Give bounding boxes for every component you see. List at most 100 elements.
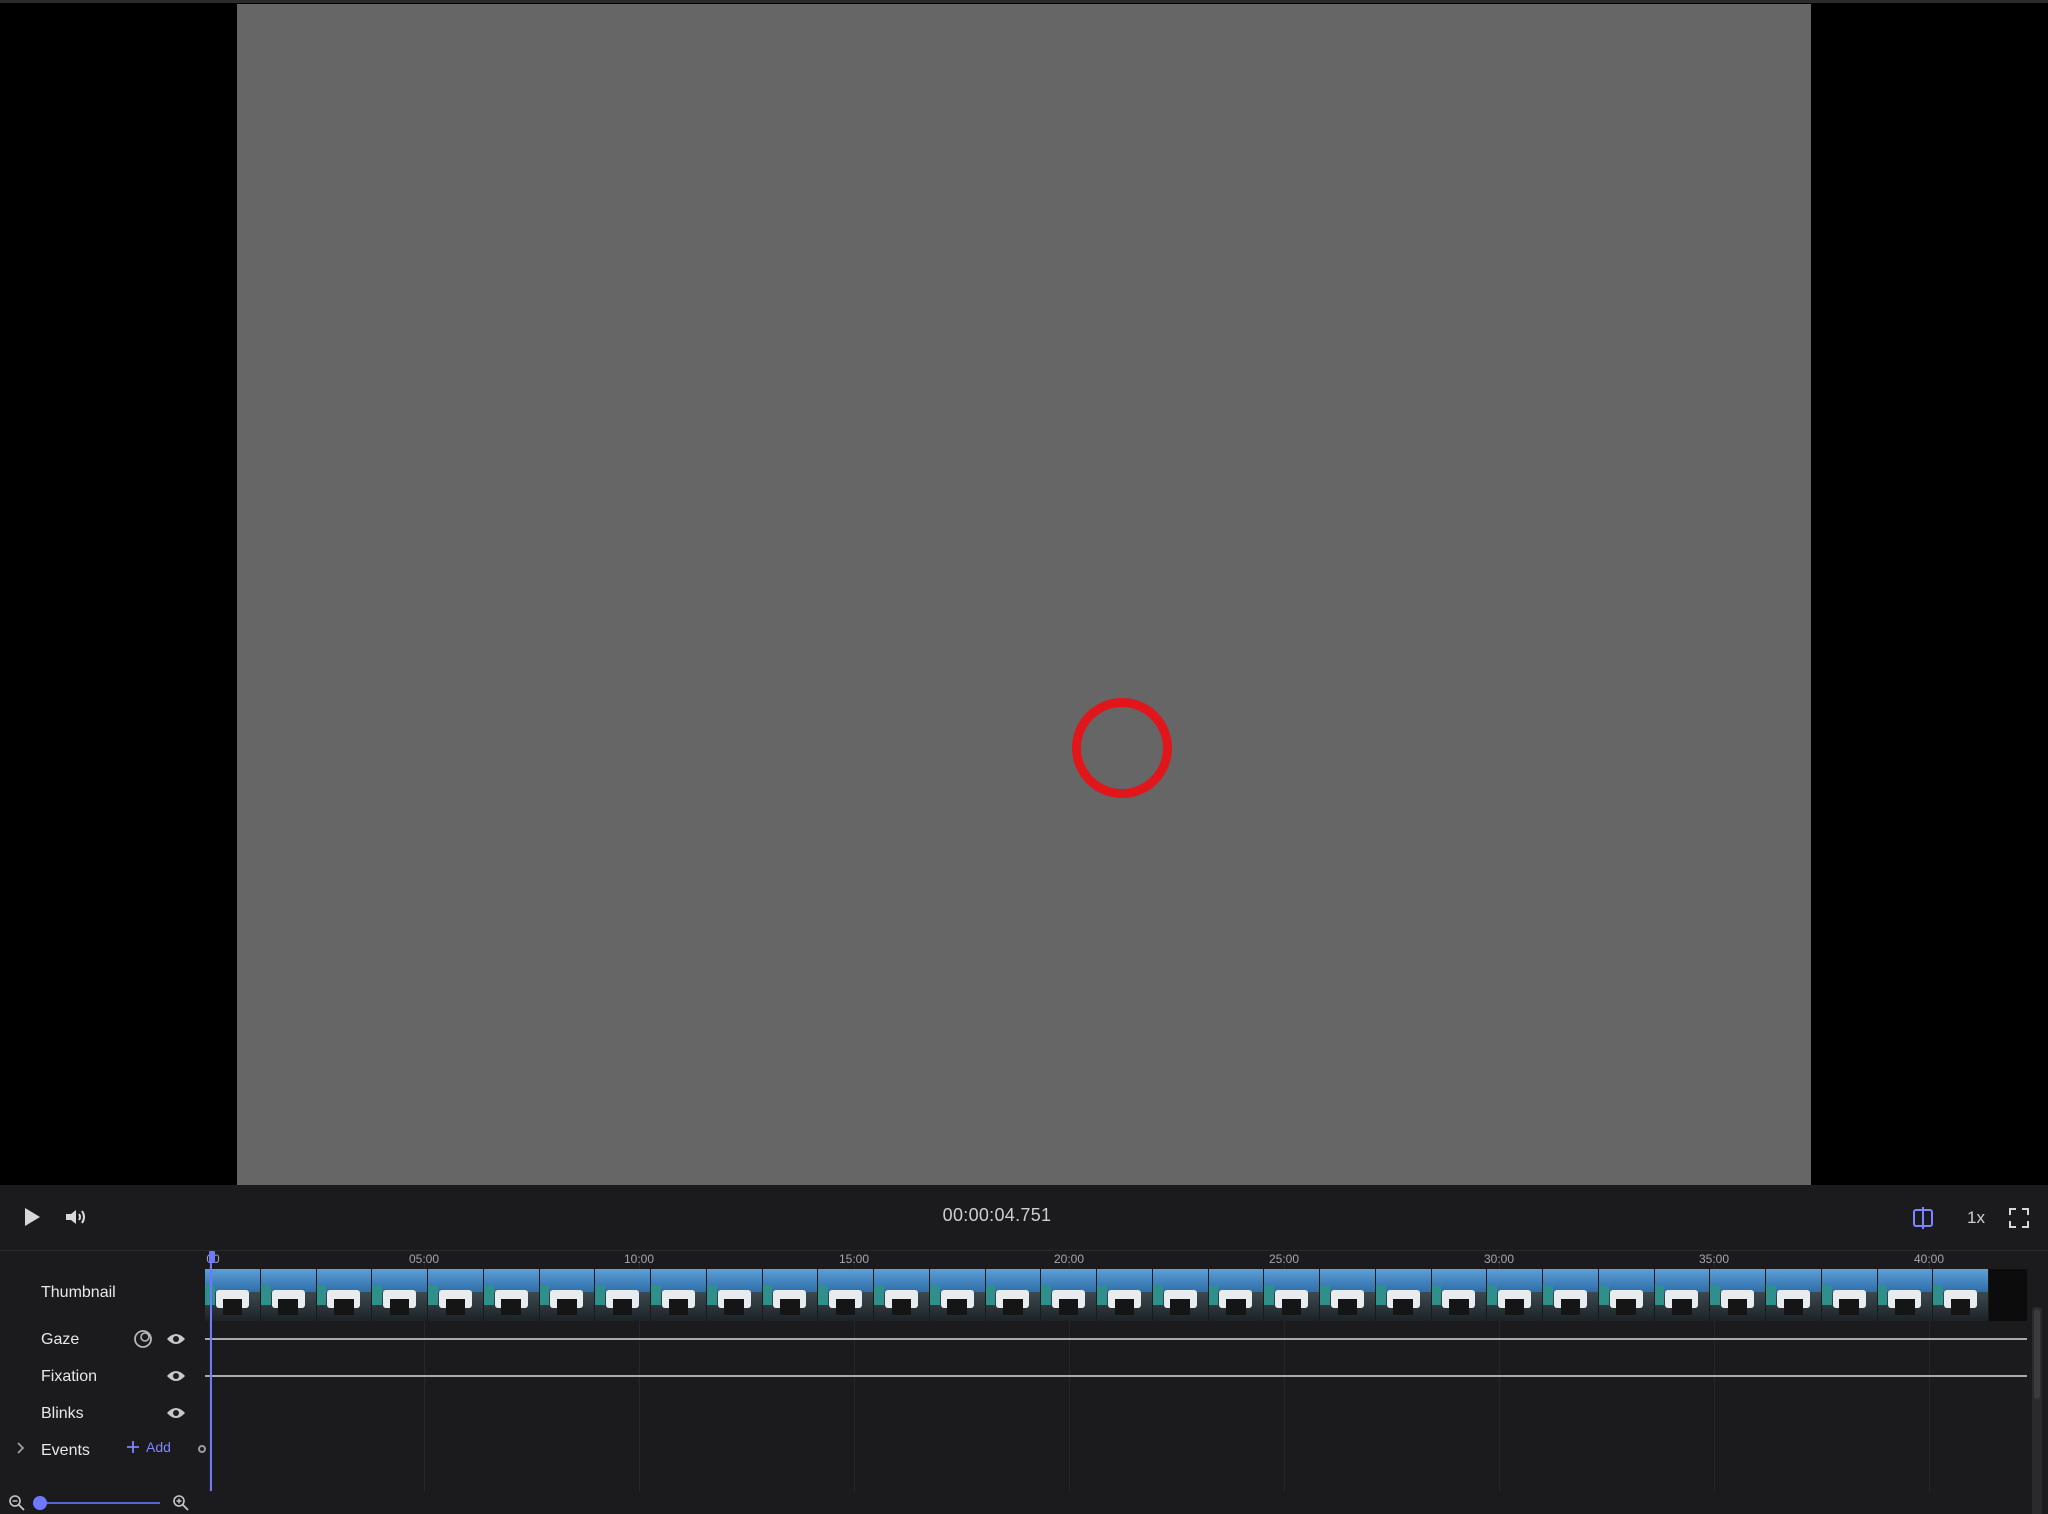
thumbnail-frame[interactable] [1543,1269,1599,1321]
thumbnail-console [1281,1299,1302,1315]
zoom-slider-track[interactable] [40,1502,160,1504]
thumbnail-teal [428,1284,438,1306]
thumbnail-frame[interactable] [316,1269,373,1321]
play-button[interactable] [16,1201,48,1233]
zoom-in-button[interactable] [172,1494,190,1512]
thumbnail-frame[interactable] [1933,1269,1989,1321]
thumbnail-console [1672,1299,1692,1315]
events-expand-toggle[interactable] [12,1440,28,1456]
thumbnail-frame[interactable] [1208,1269,1265,1321]
fullscreen-button[interactable] [2002,1201,2036,1235]
chevron-right-icon [17,1442,25,1454]
gaze-offset-button[interactable] [132,1328,154,1350]
thumbnail-frame[interactable] [818,1269,874,1321]
thumbnail-teal [539,1284,550,1306]
thumbnail-teal [595,1284,606,1306]
playback-speed-button[interactable]: 1x [1956,1203,1996,1233]
thumbnail-console [1170,1299,1190,1315]
thumbnail-frame[interactable] [1041,1269,1097,1321]
thumbnail-frame[interactable] [1710,1269,1766,1321]
volume-button[interactable] [60,1201,92,1233]
eye-icon [167,1371,185,1381]
thumbnail-frame[interactable] [1877,1269,1934,1321]
thumbnail-frame[interactable] [874,1269,930,1321]
thumbnail-frame[interactable] [985,1269,1042,1321]
split-view-button[interactable] [1906,1201,1940,1235]
thumbnail-frame[interactable] [762,1269,819,1321]
thumbnail-frame[interactable] [706,1269,763,1321]
thumbnail-frame[interactable] [1264,1269,1320,1321]
plus-icon [127,1441,139,1453]
gaze-visibility-toggle[interactable] [165,1331,187,1347]
thumbnail-teal [1431,1284,1442,1306]
thumbnail-frame[interactable] [1375,1269,1432,1321]
thumbnail-console [222,1299,243,1315]
zoom-out-button[interactable] [8,1494,26,1512]
zoom-out-icon [9,1495,25,1511]
gaze-track-line[interactable] [205,1338,2027,1340]
playhead-handle[interactable] [209,1251,216,1263]
track-label-fixation: Fixation [41,1368,98,1385]
thumbnail-frame[interactable] [539,1269,596,1321]
thumbnail-frame[interactable] [1654,1269,1711,1321]
eye-icon [167,1334,185,1344]
track-label-blinks: Blinks [41,1405,84,1422]
thumbnail-teal [1097,1284,1107,1306]
thumbnail-teal [1598,1284,1609,1306]
playhead[interactable] [209,1251,216,1491]
track-labels: Thumbnail Gaze Fixation Blinks Events Ad… [0,1251,206,1491]
thumbnail-frame[interactable] [372,1269,428,1321]
thumbnail-frame[interactable] [595,1269,651,1321]
thumbnail-console [334,1299,354,1315]
thumbnail-frame[interactable] [1152,1269,1209,1321]
thumbnail-frame[interactable] [428,1269,484,1321]
thumbnail-frame[interactable] [483,1269,540,1321]
thumbnail-teal [762,1284,773,1306]
play-icon [25,1208,40,1226]
vertical-scrollbar-thumb[interactable] [2034,1309,2040,1399]
blinks-visibility-toggle[interactable] [165,1405,187,1421]
thumbnail-teal [316,1284,327,1306]
add-event-button[interactable]: Add [126,1437,171,1457]
thumbnail-console [1727,1299,1748,1315]
track-label-gaze: Gaze [41,1331,80,1348]
zoom-in-icon [173,1495,189,1511]
thumbnail-teal [874,1284,884,1306]
thumbnail-teal [929,1284,940,1306]
thumbnail-console [1226,1299,1246,1315]
thumbnail-teal [1710,1284,1721,1306]
add-event-label: Add [146,1439,171,1455]
thumbnail-frame[interactable] [1766,1269,1822,1321]
thumbnail-frame[interactable] [929,1269,986,1321]
timeline-track-area[interactable]: 0005:0010:0015:0020:0025:0030:0035:0040:… [205,1251,2027,1491]
thumbnail-teal [1264,1284,1275,1306]
thumbnail-frame[interactable] [651,1269,707,1321]
video-viewport[interactable] [0,0,2048,1185]
thumbnail-frame[interactable] [1320,1269,1376,1321]
thumbnail-strip[interactable] [205,1269,1989,1321]
timeline-tick-label: 15:00 [838,1252,870,1266]
thumbnail-teal [260,1284,271,1306]
thumbnail-teal [706,1284,717,1306]
video-frame[interactable] [237,4,1811,1185]
fixation-track-line[interactable] [205,1375,2027,1377]
top-border [0,0,2048,3]
thumbnail-console [891,1299,912,1315]
thumbnail-strip-end [1989,1269,2027,1321]
thumbnail-frame[interactable] [1431,1269,1488,1321]
fixation-visibility-toggle[interactable] [165,1368,187,1384]
thumbnail-frame[interactable] [1487,1269,1543,1321]
timeline-tick-label: 25:00 [1268,1252,1300,1266]
thumbnail-console [501,1299,521,1315]
thumbnail-frame[interactable] [1598,1269,1655,1321]
thumbnail-teal [1320,1284,1330,1306]
thumbnail-frame[interactable] [260,1269,317,1321]
thumbnail-teal [1766,1284,1776,1306]
thumbnail-frame[interactable] [1097,1269,1153,1321]
thumbnail-frame[interactable] [1821,1269,1878,1321]
thumbnail-teal [1654,1284,1665,1306]
thumbnail-console [1003,1299,1023,1315]
thumbnail-teal [1041,1284,1052,1306]
zoom-slider-thumb[interactable] [33,1496,47,1510]
thumbnail-frame[interactable] [205,1269,261,1321]
